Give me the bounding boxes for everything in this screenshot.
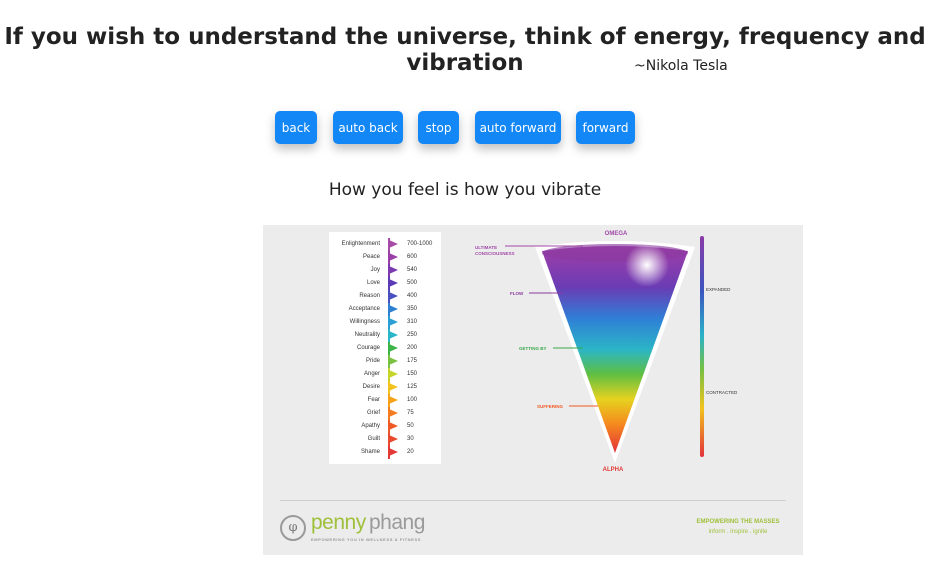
- brand-name-part1: penny: [311, 511, 366, 534]
- slide-subtitle: How you feel is how you vibrate: [328, 180, 602, 200]
- control-bar: back auto back stop auto forward forward: [0, 111, 930, 145]
- quote-text: If you wish to understand the universe, …: [4, 24, 926, 76]
- expansion-bar: [700, 236, 704, 457]
- brand-sub-slogan: inform . inspire . ignite: [708, 529, 768, 535]
- expanded-label: EXPANDED: [706, 287, 731, 292]
- pennyphang-logo-icon: φ: [280, 515, 306, 541]
- brand-tagline: EMPOWERING YOU IN WELLNESS & FITNESS: [311, 537, 421, 542]
- auto-forward-button[interactable]: auto forward: [475, 111, 561, 144]
- vibration-infographic: Enlightenment 700-1000 Peace 600 Joy 540 Love 5…: [263, 225, 803, 555]
- page: If you wish to understand the universe, …: [0, 0, 930, 582]
- suffering-label: SUFFERING: [537, 404, 564, 409]
- back-button[interactable]: back: [275, 111, 317, 144]
- ultimate-label-line1: ULTIMATE: [475, 245, 497, 250]
- getting-by-label: GETTING BY: [519, 346, 547, 351]
- flow-label: FLOW: [510, 291, 524, 296]
- omega-label: OMEGA: [605, 231, 628, 237]
- cone-body: [542, 246, 688, 453]
- cone-glow: [625, 243, 669, 287]
- forward-button[interactable]: forward: [576, 111, 635, 144]
- ultimate-label-line2: CONSCIOUSNESS: [475, 251, 515, 256]
- brand-name-part2: phang: [369, 511, 425, 534]
- auto-back-button[interactable]: auto back: [333, 111, 403, 144]
- stop-button[interactable]: stop: [418, 111, 459, 144]
- brand-slogan: EMPOWERING THE MASSES: [696, 519, 780, 525]
- contracted-label: CONTRACTED: [706, 390, 738, 395]
- consciousness-cone-graphic: OMEGA ALPHA ULTIMATE CONSCIOUSNESS FLOW …: [475, 231, 738, 473]
- figure-divider: [280, 500, 786, 501]
- quote-author: ~Nikola Tesla: [634, 58, 728, 74]
- alpha-label: ALPHA: [603, 467, 624, 473]
